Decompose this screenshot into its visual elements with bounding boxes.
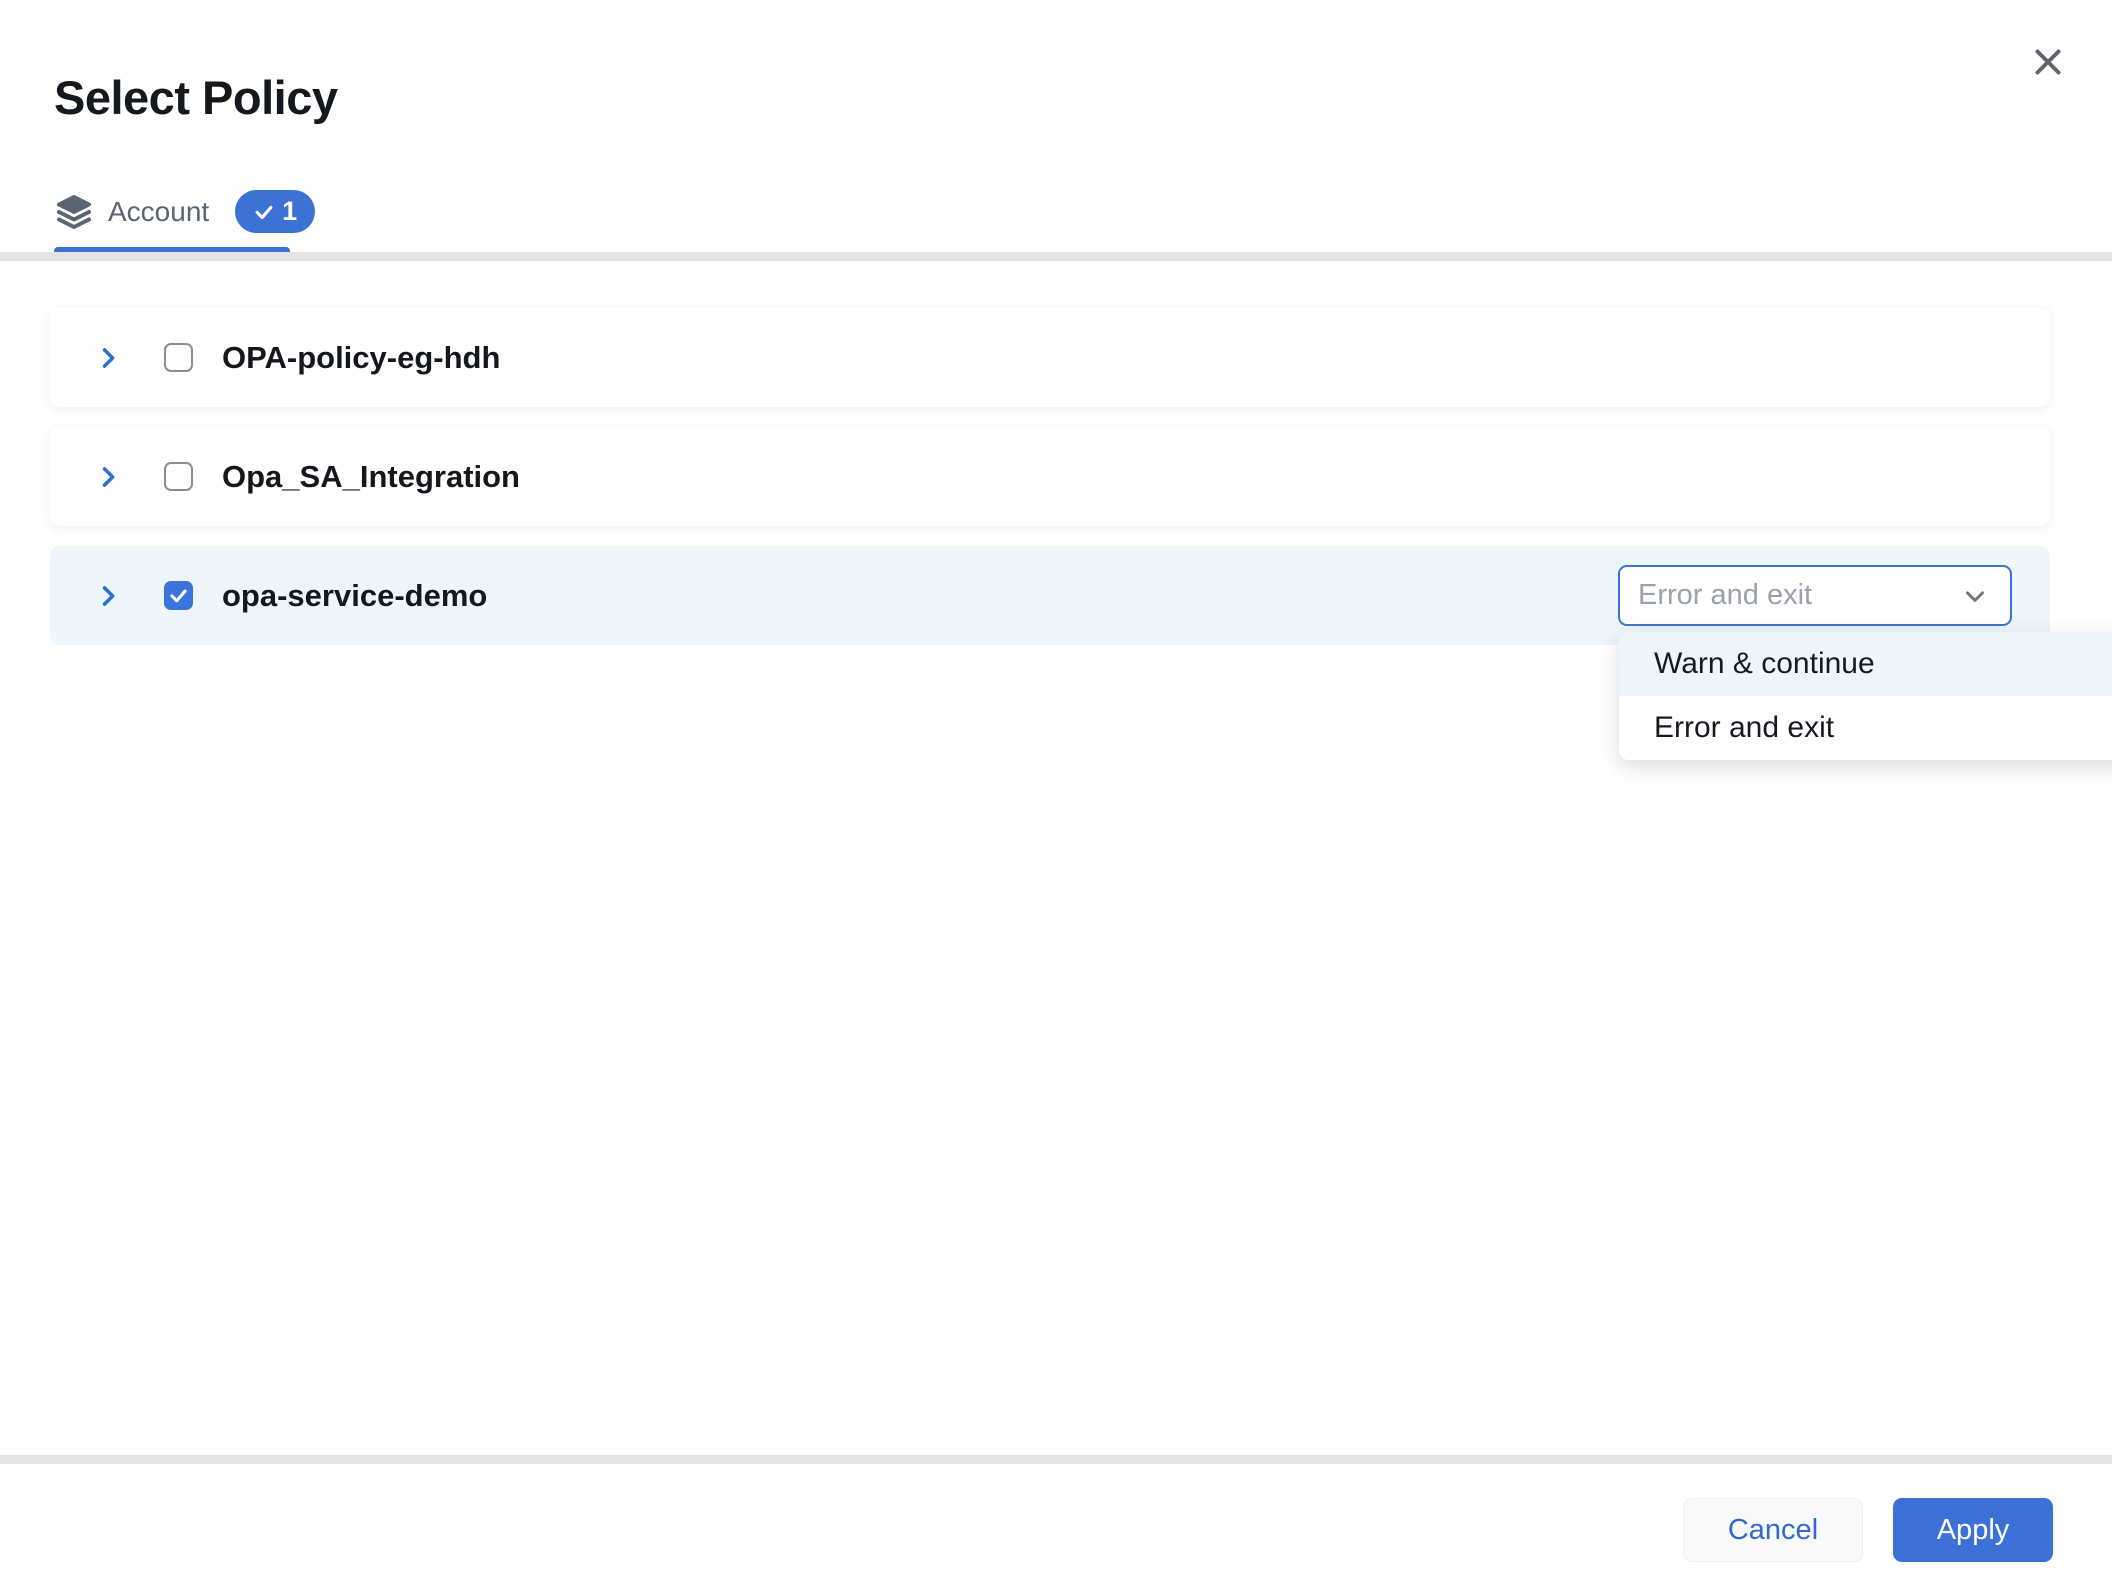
chevron-right-icon[interactable] — [94, 463, 122, 491]
policy-name: opa-service-demo — [222, 578, 487, 614]
cancel-button[interactable]: Cancel — [1683, 1498, 1863, 1562]
chevron-down-icon — [1960, 581, 1990, 611]
check-icon — [168, 585, 189, 606]
layers-icon — [54, 192, 94, 232]
select-value: Error and exit — [1638, 579, 1812, 612]
menu-option-error-exit[interactable]: Error and exit — [1619, 696, 2112, 760]
tab-account[interactable]: Account 1 — [54, 190, 315, 233]
close-icon — [2030, 44, 2066, 80]
menu-option-warn-continue[interactable]: Warn & continue — [1619, 632, 2112, 696]
check-icon — [253, 201, 275, 223]
close-button[interactable] — [2026, 40, 2070, 84]
badge-count: 1 — [282, 196, 297, 227]
footer-divider — [0, 1455, 2112, 1464]
select-policy-dialog: Select Policy Account 1 — [0, 0, 2112, 1580]
selected-count-badge: 1 — [235, 190, 315, 233]
policy-list: OPA-policy-eg-hdh Opa_SA_Integration — [50, 308, 2050, 665]
tab-bar: Account 1 — [54, 190, 315, 233]
apply-button[interactable]: Apply — [1893, 1498, 2053, 1562]
page-title: Select Policy — [54, 70, 338, 125]
failure-strategy-menu: Warn & continue Error and exit — [1619, 632, 2112, 760]
policy-checkbox[interactable] — [164, 462, 193, 491]
tab-label: Account — [108, 196, 209, 228]
failure-strategy-select[interactable]: Error and exit — [1618, 565, 2012, 626]
policy-row[interactable]: Opa_SA_Integration — [50, 427, 2050, 526]
tabbar-divider — [0, 252, 2112, 261]
policy-name: OPA-policy-eg-hdh — [222, 340, 500, 376]
policy-row[interactable]: OPA-policy-eg-hdh — [50, 308, 2050, 407]
policy-checkbox[interactable] — [164, 343, 193, 372]
chevron-right-icon[interactable] — [94, 582, 122, 610]
policy-row-selected[interactable]: opa-service-demo Error and exit Warn & c… — [50, 546, 2050, 645]
chevron-right-icon[interactable] — [94, 344, 122, 372]
policy-checkbox-checked[interactable] — [164, 581, 193, 610]
policy-name: Opa_SA_Integration — [222, 459, 520, 495]
